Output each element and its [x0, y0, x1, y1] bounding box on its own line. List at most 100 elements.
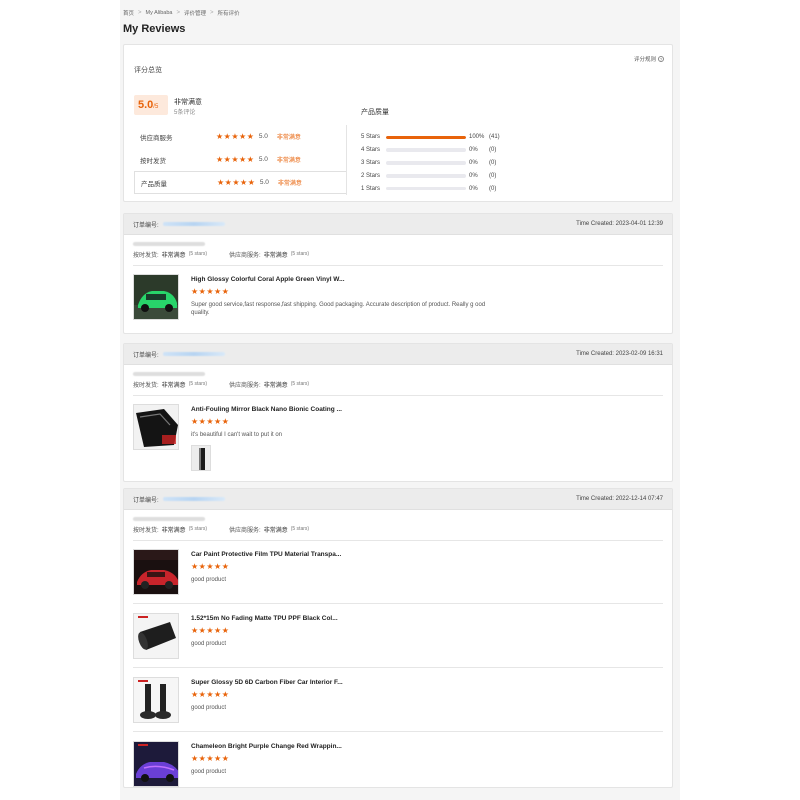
rating-stars-text: (5 stars): [290, 526, 310, 532]
star-icon: ★: [206, 754, 214, 763]
star-distribution: 产品质量 5 Stars 100% (41) 4 Stars 0% (0) 3 Stars 0…: [361, 107, 661, 195]
order-body: 按时发货: 非常满意 (5 stars) 供应商服务: 非常满意 (5 stars) Hig…: [124, 239, 672, 320]
order-number-redacted[interactable]: [162, 497, 225, 501]
rating-row-on-time-delivery[interactable]: 按时发货 ★ ★ ★ ★ ★ 5.0 非常满意: [134, 148, 346, 171]
order-card: 订单编号: Time Created: 2023-04-01 12:39 按时发货:…: [123, 213, 673, 334]
distribution-row: 5 Stars 100% (41): [361, 131, 661, 144]
rating-value: 5.0: [258, 156, 268, 163]
product-thumbnail[interactable]: [133, 613, 179, 659]
rating-row-supplier-service[interactable]: 供应商服务 ★ ★ ★ ★ ★ 5.0 非常满意: [134, 125, 346, 148]
breadcrumb-my-alibaba[interactable]: My Alibaba: [146, 10, 173, 16]
order-time-created: Time Created: 2023-04-01 12:39: [576, 221, 663, 227]
rating-summary-card: 评分总览 评分规则 ? 5.0/5 非常满意 5条评论 供应商服务 ★ ★ ★ ★ ★ …: [123, 44, 673, 202]
star-icon: ★: [214, 754, 222, 763]
review-count: 5条评论: [174, 110, 196, 116]
distribution-bar: [386, 135, 466, 140]
overall-score-value: 5.0: [138, 99, 154, 111]
star-icon: ★: [198, 287, 206, 296]
order-ratings: 按时发货: 非常满意 (5 stars) 供应商服务: 非常满意 (5 stars): [133, 249, 663, 259]
rating-stars-text: (5 stars): [188, 251, 208, 257]
star-rating: ★ ★ ★ ★ ★: [191, 563, 229, 574]
star-icon: ★: [198, 417, 206, 426]
star-icon: ★: [246, 154, 254, 164]
rating-stars-text: (5 stars): [290, 381, 310, 387]
review-photo[interactable]: [191, 445, 211, 471]
breadcrumb-home[interactable]: 首页: [123, 9, 134, 17]
order-card: 订单编号: Time Created: 2022-12-14 07:47 按时发货:…: [123, 488, 673, 788]
product-thumbnail[interactable]: [133, 274, 179, 320]
order-number-redacted[interactable]: [162, 222, 225, 226]
order-body: 按时发货: 非常满意 (5 stars) 供应商服务: 非常满意 (5 stars) Car…: [124, 514, 672, 787]
rating-row-product-quality[interactable]: 产品质量 ★ ★ ★ ★ ★ 5.0 非常满意: [134, 171, 346, 194]
star-icon: ★: [224, 177, 232, 187]
product-title-link[interactable]: Anti-Fouling Mirror Black Nano Bionic Co…: [191, 406, 491, 416]
breadcrumb-review-management[interactable]: 评价管理: [184, 9, 206, 17]
rating-stars-text: (5 stars): [290, 251, 310, 257]
distribution-label: 2 Stars: [361, 172, 381, 179]
product-title-link[interactable]: Super Glossy 5D 6D Carbon Fiber Car Inte…: [191, 679, 491, 689]
order-number: 订单编号:: [133, 220, 225, 229]
order-time-created: Time Created: 2023-02-09 16:31: [576, 351, 663, 357]
star-icon: ★: [221, 690, 229, 699]
rating-value: 非常满意: [161, 527, 186, 534]
star-rating: ★ ★ ★ ★ ★: [191, 755, 229, 766]
star-icon: ★: [191, 626, 199, 635]
reviews-page: 首页 > My Alibaba > 评价管理 > 所有评价 My Reviews…: [120, 0, 680, 800]
rating-stars-text: (5 stars): [188, 381, 208, 387]
on-time-delivery-rating: 按时发货: 非常满意 (5 stars): [133, 525, 207, 534]
review-item: Anti-Fouling Mirror Black Nano Bionic Co…: [133, 396, 663, 471]
distribution-bar: [386, 174, 466, 178]
product-thumbnail[interactable]: [133, 677, 179, 723]
order-ratings: 按时发货: 非常满意 (5 stars) 供应商服务: 非常满意 (5 stars): [133, 524, 663, 534]
seller-name-redacted: [133, 372, 205, 376]
review-item: Super Glossy 5D 6D Carbon Fiber Car Inte…: [133, 668, 663, 723]
product-thumbnail[interactable]: [133, 549, 179, 595]
star-icon: ★: [232, 177, 240, 187]
star-icon: ★: [231, 131, 239, 141]
distribution-row: 1 Stars 0% (0): [361, 182, 661, 195]
star-icon: ★: [239, 154, 247, 164]
star-icon: ★: [214, 417, 222, 426]
review-text: good product: [191, 705, 227, 711]
star-icon: ★: [246, 131, 254, 141]
product-title-link[interactable]: High Glossy Colorful Coral Apple Green V…: [191, 276, 491, 286]
overall-score-label: 非常满意: [174, 99, 202, 106]
rating-value: 非常满意: [263, 527, 288, 534]
review-content: Car Paint Protective Film TPU Material T…: [191, 549, 491, 595]
order-number-redacted[interactable]: [162, 352, 225, 356]
distribution-label: 3 Stars: [361, 159, 381, 166]
product-title-link[interactable]: Car Paint Protective Film TPU Material T…: [191, 551, 491, 561]
distribution-percent: 0%: [469, 147, 478, 154]
breadcrumb-all-reviews: 所有评价: [217, 11, 240, 17]
star-rating: ★ ★ ★ ★ ★: [216, 154, 254, 164]
product-thumbnail[interactable]: [133, 741, 179, 787]
rating-rules-label: 评分规则: [633, 57, 656, 63]
star-icon: ★: [223, 154, 231, 164]
distribution-bar: [386, 148, 466, 152]
review-content: 1.52*15m No Fading Matte TPU PPF Black C…: [191, 613, 491, 659]
rating-value: 5.0: [259, 179, 269, 186]
chevron-right-icon: >: [209, 10, 214, 16]
star-icon: ★: [198, 754, 206, 763]
rating-text: 非常满意: [276, 135, 301, 141]
product-title-link[interactable]: Chameleon Bright Purple Change Red Wrapp…: [191, 743, 491, 753]
star-icon: ★: [206, 287, 214, 296]
order-number: 订单编号:: [133, 495, 225, 504]
order-number-label: 订单编号:: [133, 497, 159, 504]
star-icon: ★: [198, 626, 206, 635]
seller-name: [133, 239, 663, 249]
rating-value: 非常满意: [263, 382, 288, 389]
star-icon: ★: [206, 417, 214, 426]
star-rating: ★ ★ ★ ★ ★: [191, 691, 229, 702]
rating-label: 供应商服务:: [229, 252, 261, 259]
star-icon: ★: [206, 562, 214, 571]
on-time-delivery-rating: 按时发货: 非常满意 (5 stars): [133, 250, 207, 259]
page-title: My Reviews: [123, 23, 186, 35]
rating-rules-link[interactable]: 评分规则 ?: [634, 55, 664, 63]
star-icon: ★: [198, 690, 206, 699]
star-icon: ★: [206, 626, 214, 635]
product-thumbnail[interactable]: [133, 404, 179, 450]
star-icon: ★: [191, 287, 199, 296]
product-title-link[interactable]: 1.52*15m No Fading Matte TPU PPF Black C…: [191, 615, 491, 625]
rating-text: 非常满意: [277, 181, 302, 187]
